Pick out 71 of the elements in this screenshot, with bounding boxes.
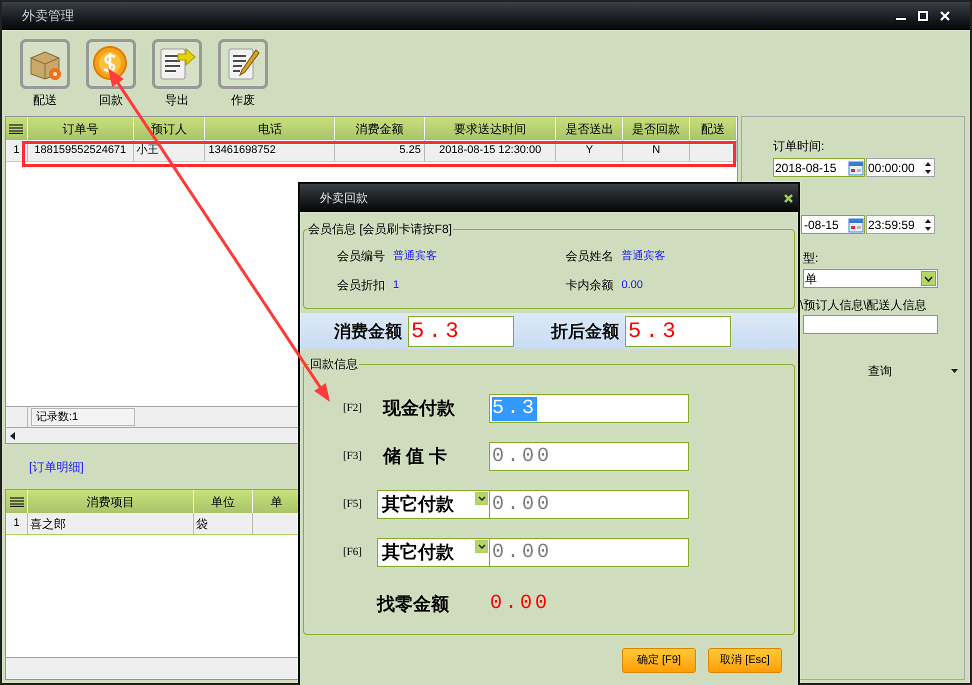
field-label: 型:: [802, 250, 820, 267]
field-value: 0.00: [622, 278, 643, 293]
table-cell: 5.25: [335, 140, 425, 161]
dialog-title: 外卖回款: [320, 190, 368, 207]
time-field[interactable]: 23:59:59: [866, 215, 935, 234]
payment-type-dropdown[interactable]: 其它付款: [377, 490, 489, 519]
change-value: 0.00: [490, 591, 550, 617]
field-value: 1: [393, 278, 400, 293]
window-title: 外卖管理: [22, 7, 74, 26]
query-button[interactable]: 查询: [833, 362, 958, 380]
field-label: 会员编号: [337, 248, 385, 265]
row-number: 1: [6, 140, 28, 161]
field-label: \预订人信息\配送人信息: [799, 297, 928, 314]
dialog-button[interactable]: 取消 [Esc]: [708, 648, 782, 673]
section-title[interactable]: [订单明细]: [29, 458, 84, 476]
field-value: 普通宾客: [393, 248, 437, 264]
grid-menu-icon[interactable]: [9, 124, 24, 134]
field-label: 卡内余额: [566, 277, 614, 294]
table-cell: 13461698752: [205, 140, 336, 161]
caret-icon: [478, 496, 486, 501]
caret-icon: [951, 369, 958, 373]
table-cell: 2018-08-15 12:30:00: [424, 140, 556, 161]
time-field[interactable]: 00:00:00: [866, 158, 935, 177]
coin-icon: [92, 45, 130, 83]
date-field[interactable]: -08-15: [801, 215, 865, 234]
total-label: 折后金额: [551, 320, 619, 343]
row-number: 1: [6, 513, 28, 534]
amount-field[interactable]: 0.00: [489, 538, 689, 567]
total-field: 5.3: [408, 316, 514, 347]
dialog-button[interactable]: 确定 [F9]: [622, 648, 696, 673]
field-label: 会员折扣: [337, 277, 385, 294]
caret-icon[interactable]: [924, 276, 933, 282]
type-dropdown[interactable]: 单: [803, 269, 938, 288]
table-cell: 188159552524671: [28, 140, 134, 161]
amount-value: 0.00: [492, 492, 552, 516]
total-label: 消费金额: [334, 320, 402, 343]
table-cell: Y: [556, 140, 624, 161]
document-arrow-icon: [158, 46, 196, 82]
field-value: 普通宾客: [622, 248, 666, 264]
table-cell: 袋: [194, 513, 253, 534]
amount-value: 0.00: [492, 540, 552, 564]
shortcut-key: [F5]: [343, 496, 377, 513]
caret-icon: [478, 544, 486, 549]
field-label: 会员姓名: [566, 248, 614, 265]
calendar-icon[interactable]: [848, 160, 864, 176]
amount-value: 5.3: [492, 396, 538, 420]
group-title: 会员信息 [会员刷卡请按F8]: [307, 220, 454, 238]
payment-type-dropdown[interactable]: 其它付款: [377, 538, 489, 567]
amount-value: 0.00: [492, 444, 552, 468]
table-cell: 喜之郎: [28, 513, 194, 534]
total-field: 5.3: [625, 316, 731, 347]
grid-menu-icon[interactable]: [10, 496, 24, 506]
amount-field[interactable]: 0.00: [489, 442, 689, 471]
close-icon[interactable]: [784, 194, 793, 202]
record-count: 记录数:1: [31, 408, 135, 426]
date-field[interactable]: 2018-08-15: [773, 158, 865, 177]
shortcut-key: [F3]: [343, 448, 377, 465]
calendar-icon[interactable]: [848, 216, 864, 232]
table-cell: 小王: [134, 140, 206, 161]
document-pencil-icon: [226, 46, 260, 82]
payment-label: 储 值 卡: [382, 445, 448, 468]
maximize-icon[interactable]: [918, 11, 928, 21]
change-label: 找零金额: [377, 592, 450, 616]
shortcut-key: [F6]: [343, 544, 377, 561]
table-cell: N: [623, 140, 690, 161]
search-field[interactable]: [803, 315, 938, 334]
shortcut-key: [F2]: [343, 400, 377, 417]
field-label: 订单时间:: [773, 138, 826, 155]
payment-label: 现金付款: [382, 397, 456, 420]
group-title: 回款信息: [309, 355, 359, 373]
amount-field[interactable]: 0.00: [489, 490, 689, 519]
